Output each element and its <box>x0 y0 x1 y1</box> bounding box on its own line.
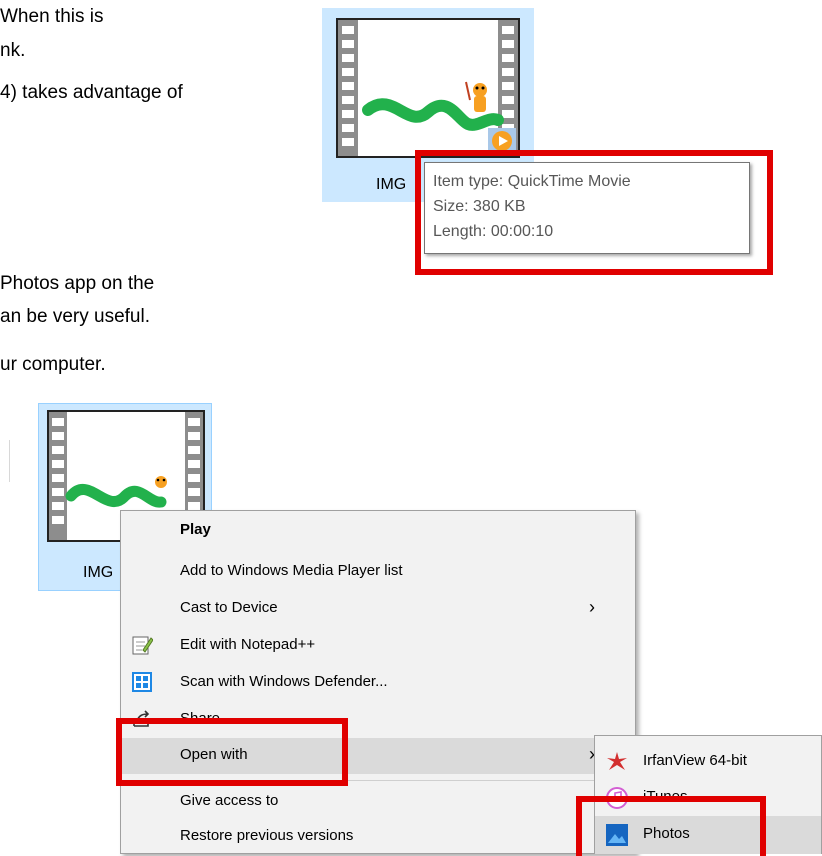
file-name-label: IMG <box>376 176 407 193</box>
menu-item-label: Cast to Device <box>180 599 278 616</box>
irfanview-icon <box>605 750 629 774</box>
view-divider <box>9 440 10 482</box>
submenu-item-label: IrfanView 64-bit <box>643 752 747 769</box>
menu-item-cast-to-device[interactable]: Cast to Device › <box>121 593 635 625</box>
video-thumbnail <box>336 18 520 158</box>
defender-shield-icon <box>131 671 153 693</box>
submenu-item-irfanview[interactable]: IrfanView 64-bit <box>595 746 821 778</box>
doc-line-6: ur computer. <box>0 354 106 375</box>
tooltip-highlight-box <box>415 150 773 275</box>
menu-item-play[interactable]: Play <box>121 515 635 547</box>
menu-item-restore-versions[interactable]: Restore previous versions <box>121 821 635 853</box>
mascot-icon <box>465 81 487 112</box>
chevron-right-icon: › <box>589 597 595 617</box>
menu-item-label: Play <box>180 521 211 538</box>
doc-line-3: 4) takes advantage of <box>0 82 183 103</box>
menu-item-label: Edit with Notepad++ <box>180 636 316 653</box>
photos-highlight-box <box>576 796 766 856</box>
menu-item-label: Add to Windows Media Player list <box>180 562 403 579</box>
menu-item-label: Restore previous versions <box>180 827 354 844</box>
menu-item-add-to-wmp[interactable]: Add to Windows Media Player list <box>121 556 635 588</box>
open-with-highlight-box <box>116 718 348 786</box>
file-name-label-bottom: IMG <box>83 564 114 581</box>
menu-item-label: Give access to <box>180 792 279 809</box>
menu-item-scan-defender[interactable]: Scan with Windows Defender... <box>121 667 635 699</box>
doc-line-4: Photos app on the <box>0 273 155 294</box>
doc-line-2: nk. <box>0 40 26 61</box>
notepad-icon <box>131 634 154 656</box>
doc-line-5: an be very useful. <box>0 306 150 327</box>
mascot-icon-small <box>155 476 167 488</box>
menu-item-edit-notepad[interactable]: Edit with Notepad++ <box>121 630 635 662</box>
context-menu: Play Add to Windows Media Player list Ca… <box>120 510 636 854</box>
doc-line-1: When this is <box>0 6 104 27</box>
menu-item-label: Scan with Windows Defender... <box>180 673 388 690</box>
menu-item-give-access[interactable]: Give access to <box>121 786 635 818</box>
